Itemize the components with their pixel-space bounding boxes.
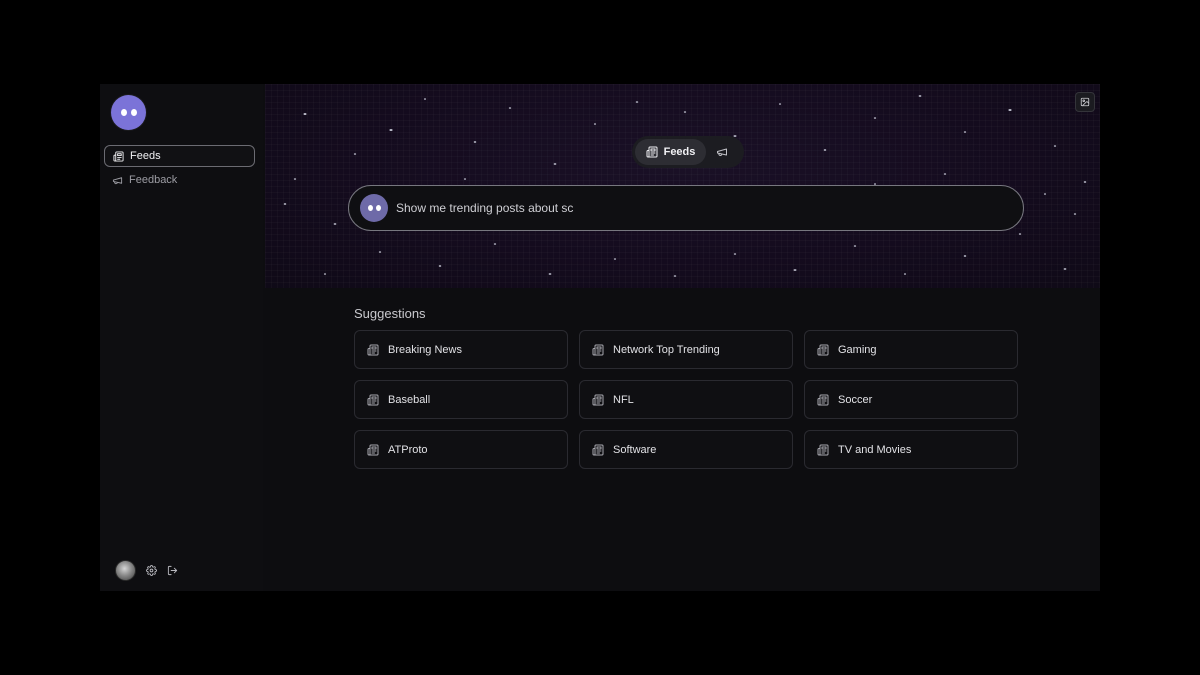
- suggestion-card[interactable]: Network Top Trending: [579, 330, 793, 369]
- suggestion-card[interactable]: Baseball: [354, 380, 568, 419]
- newspaper-icon: [367, 344, 379, 355]
- gear-icon[interactable]: [146, 565, 157, 576]
- avatar[interactable]: [115, 560, 136, 581]
- suggestion-card[interactable]: ATProto: [354, 430, 568, 469]
- suggestion-label: Network Top Trending: [613, 343, 720, 356]
- logo-eye-right: [130, 109, 137, 116]
- app-logo[interactable]: [111, 95, 146, 130]
- newspaper-icon: [817, 344, 829, 355]
- logo-eye-left: [120, 109, 127, 116]
- search-bar: [348, 185, 1024, 231]
- newspaper-icon: [817, 444, 829, 455]
- suggestion-label: Soccer: [838, 393, 873, 406]
- suggestion-card[interactable]: NFL: [579, 380, 793, 419]
- logo-eye-right: [375, 205, 381, 211]
- suggestion-card[interactable]: Software: [579, 430, 793, 469]
- toggle-feedback-button[interactable]: [706, 139, 738, 165]
- suggestions-heading: Suggestions: [354, 306, 426, 321]
- logo-eye-left: [367, 205, 373, 211]
- newspaper-icon: [592, 394, 604, 405]
- suggestion-label: NFL: [613, 393, 634, 406]
- suggestion-label: TV and Movies: [838, 443, 912, 456]
- suggestion-card[interactable]: Breaking News: [354, 330, 568, 369]
- megaphone-icon: [717, 148, 727, 156]
- toggle-feeds-button[interactable]: Feeds: [635, 139, 706, 165]
- suggestion-label: Software: [613, 443, 657, 456]
- suggestion-card[interactable]: Soccer: [804, 380, 1018, 419]
- sidebar-item-feedback[interactable]: Feedback: [104, 169, 255, 191]
- hero-banner: Feeds: [265, 84, 1100, 288]
- suggestion-label: ATProto: [388, 443, 428, 456]
- toggle-feeds-label: Feeds: [663, 146, 696, 158]
- newspaper-icon: [817, 394, 829, 405]
- suggestions-grid: Breaking News Network Top Trending Gamin…: [354, 330, 1019, 469]
- newspaper-icon: [592, 344, 604, 355]
- megaphone-icon: [112, 176, 123, 184]
- newspaper-icon: [113, 150, 124, 162]
- newspaper-icon: [367, 394, 379, 405]
- assistant-avatar: [360, 194, 388, 222]
- logout-icon[interactable]: [167, 565, 178, 576]
- sidebar-item-label: Feedback: [129, 174, 178, 186]
- image-icon[interactable]: [1075, 92, 1095, 112]
- search-input[interactable]: [396, 193, 1023, 223]
- mode-toggle: Feeds: [632, 136, 744, 168]
- suggestion-card[interactable]: TV and Movies: [804, 430, 1018, 469]
- sidebar: Feeds Feedback: [100, 84, 263, 591]
- sidebar-footer: [115, 560, 178, 581]
- suggestion-label: Baseball: [388, 393, 431, 406]
- suggestion-label: Gaming: [838, 343, 877, 356]
- sidebar-item-feeds[interactable]: Feeds: [104, 145, 255, 167]
- app-window: Feeds Feedback Feeds Show me trending po…: [100, 84, 1100, 591]
- newspaper-icon: [592, 444, 604, 455]
- suggestion-card[interactable]: Gaming: [804, 330, 1018, 369]
- newspaper-icon: [367, 444, 379, 455]
- sidebar-item-label: Feeds: [130, 150, 161, 162]
- suggestion-label: Breaking News: [388, 343, 462, 356]
- newspaper-icon: [646, 146, 658, 158]
